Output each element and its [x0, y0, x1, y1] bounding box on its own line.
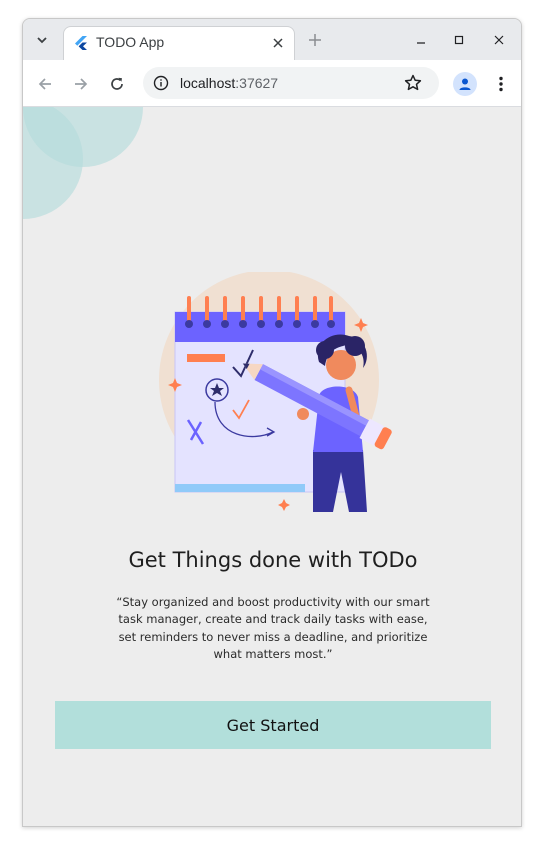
tab-search-button[interactable]: [29, 27, 55, 53]
person-hair-curl: [316, 341, 334, 359]
flutter-icon: [75, 36, 87, 50]
decorative-circles: [23, 107, 143, 219]
tab-strip: TODO App: [23, 19, 521, 60]
info-icon[interactable]: [153, 75, 169, 91]
reload-button[interactable]: [105, 72, 129, 96]
star-icon[interactable]: [403, 73, 423, 93]
page-title: Get Things done with TODo: [128, 548, 418, 572]
app-description: “Stay organized and boost productivity w…: [116, 595, 430, 661]
close-icon: [494, 35, 504, 45]
close-icon: [273, 38, 283, 48]
tab-title: TODO App: [96, 34, 165, 50]
close-window-button[interactable]: [489, 30, 509, 50]
new-tab-button[interactable]: [305, 30, 325, 50]
tab-todo-app[interactable]: TODO App: [63, 26, 295, 60]
tab-close-button[interactable]: [270, 35, 286, 51]
url-host: localhost: [180, 75, 236, 91]
minimize-icon: [417, 42, 425, 44]
maximize-icon: [454, 35, 464, 45]
maximize-button[interactable]: [449, 30, 469, 50]
kebab-menu-icon: [499, 76, 503, 92]
back-button[interactable]: [33, 72, 57, 96]
browser-menu-button[interactable]: [491, 72, 511, 96]
address-bar[interactable]: localhost:37627: [143, 67, 439, 99]
todo-illustration: [159, 272, 392, 512]
person-hand: [297, 408, 309, 420]
browser-window: TODO App localhost:37627 Get Things done…: [22, 18, 522, 827]
forward-button[interactable]: [69, 72, 93, 96]
calendar-label-bar: [187, 354, 225, 362]
browser-toolbar: localhost:37627: [23, 60, 521, 107]
url-text: localhost:37627: [180, 75, 278, 91]
chevron-down-icon: [37, 37, 47, 44]
arrow-right-icon: [75, 78, 88, 90]
reload-icon: [111, 77, 123, 90]
person-icon: [459, 78, 471, 90]
plus-icon: [309, 34, 321, 46]
url-port: :37627: [235, 75, 279, 91]
arrow-left-icon: [38, 78, 51, 90]
onboarding-screen: Get Things done with TODo “Stay organize…: [23, 107, 521, 826]
sparkle: [278, 499, 290, 511]
profile-button[interactable]: [453, 72, 477, 96]
calendar-footer: [175, 484, 305, 492]
get-started-button[interactable]: Get Started: [55, 701, 491, 749]
person-hair-curl: [345, 336, 365, 356]
minimize-button[interactable]: [411, 30, 431, 50]
